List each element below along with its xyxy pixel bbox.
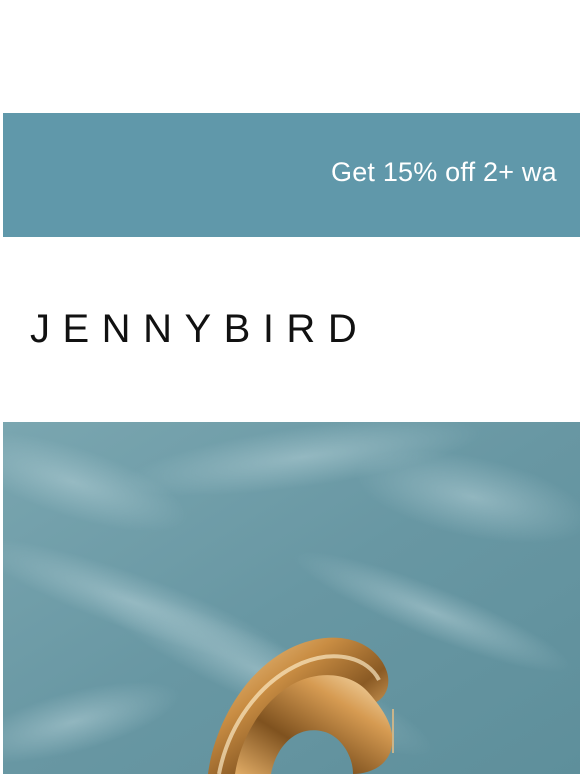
- promo-banner[interactable]: Get 15% off 2+ wa: [3, 113, 580, 237]
- logo-text: JENNYBIRD: [30, 309, 369, 347]
- top-whitespace: [0, 0, 580, 113]
- promo-text: Get 15% off 2+ wa: [331, 157, 557, 187]
- logo-header: JENNYBIRD: [0, 237, 580, 422]
- jennybird-logo[interactable]: JENNYBIRD: [30, 309, 455, 347]
- hero-image[interactable]: [3, 422, 580, 774]
- email-page: Get 15% off 2+ wa JENNYBIRD: [0, 0, 580, 774]
- hero-photo-illustration: [3, 422, 580, 774]
